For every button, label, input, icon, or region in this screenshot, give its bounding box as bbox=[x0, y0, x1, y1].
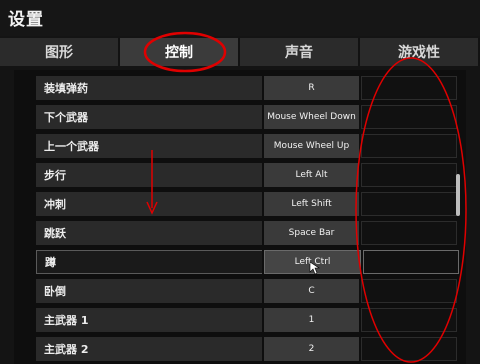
binding-secondary-key[interactable] bbox=[361, 192, 457, 216]
binding-secondary-key[interactable] bbox=[361, 337, 457, 361]
binding-label: 冲刺 bbox=[36, 192, 262, 216]
binding-secondary-key[interactable] bbox=[361, 279, 457, 303]
tab-gameplay[interactable]: 游戏性 bbox=[360, 38, 480, 66]
binding-primary-key[interactable]: R bbox=[264, 76, 359, 100]
binding-label: 装填弹药 bbox=[36, 76, 262, 100]
binding-label: 卧倒 bbox=[36, 279, 262, 303]
binding-row-walk: 步行 Left Alt bbox=[36, 163, 466, 187]
binding-secondary-key[interactable] bbox=[361, 221, 457, 245]
title-bar: 设置 bbox=[0, 0, 480, 36]
tab-sound[interactable]: 声音 bbox=[240, 38, 360, 66]
binding-primary-key[interactable]: Mouse Wheel Down bbox=[264, 105, 359, 129]
binding-label: 下个武器 bbox=[36, 105, 262, 129]
binding-row-reload: 装填弹药 R bbox=[36, 76, 466, 100]
binding-secondary-key[interactable] bbox=[361, 105, 457, 129]
binding-row-sprint: 冲刺 Left Shift bbox=[36, 192, 466, 216]
binding-primary-key[interactable]: C bbox=[264, 279, 359, 303]
binding-row-next-weapon: 下个武器 Mouse Wheel Down bbox=[36, 105, 466, 129]
binding-primary-key[interactable]: Left Ctrl bbox=[264, 250, 361, 274]
page-title: 设置 bbox=[8, 10, 44, 30]
keybinding-list: 装填弹药 R 下个武器 Mouse Wheel Down 上一个武器 Mouse… bbox=[14, 70, 466, 364]
binding-row-jump: 跳跃 Space Bar bbox=[36, 221, 466, 245]
binding-secondary-key[interactable] bbox=[361, 134, 457, 158]
binding-primary-key[interactable]: Left Alt bbox=[264, 163, 359, 187]
binding-row-prone: 卧倒 C bbox=[36, 279, 466, 303]
binding-primary-key[interactable]: Left Shift bbox=[264, 192, 359, 216]
binding-secondary-key[interactable] bbox=[363, 250, 459, 274]
binding-row-crouch: 蹲 Left Ctrl bbox=[36, 250, 466, 274]
binding-secondary-key[interactable] bbox=[361, 163, 457, 187]
tab-bar: 图形 控制 声音 游戏性 bbox=[0, 38, 480, 66]
tab-controls[interactable]: 控制 bbox=[120, 38, 240, 66]
tab-graphics[interactable]: 图形 bbox=[0, 38, 120, 66]
binding-row-primary-weapon-2: 主武器 2 2 bbox=[36, 337, 466, 361]
binding-primary-key[interactable]: Mouse Wheel Up bbox=[264, 134, 359, 158]
binding-label: 蹲 bbox=[36, 250, 262, 274]
binding-primary-key[interactable]: 2 bbox=[264, 337, 359, 361]
scrollbar-thumb[interactable] bbox=[456, 174, 460, 216]
binding-label: 主武器 2 bbox=[36, 337, 262, 361]
binding-label: 跳跃 bbox=[36, 221, 262, 245]
binding-row-previous-weapon: 上一个武器 Mouse Wheel Up bbox=[36, 134, 466, 158]
binding-row-primary-weapon-1: 主武器 1 1 bbox=[36, 308, 466, 332]
binding-label: 上一个武器 bbox=[36, 134, 262, 158]
binding-secondary-key[interactable] bbox=[361, 76, 457, 100]
binding-primary-key[interactable]: 1 bbox=[264, 308, 359, 332]
binding-primary-key[interactable]: Space Bar bbox=[264, 221, 359, 245]
binding-secondary-key[interactable] bbox=[361, 308, 457, 332]
binding-label: 主武器 1 bbox=[36, 308, 262, 332]
binding-label: 步行 bbox=[36, 163, 262, 187]
